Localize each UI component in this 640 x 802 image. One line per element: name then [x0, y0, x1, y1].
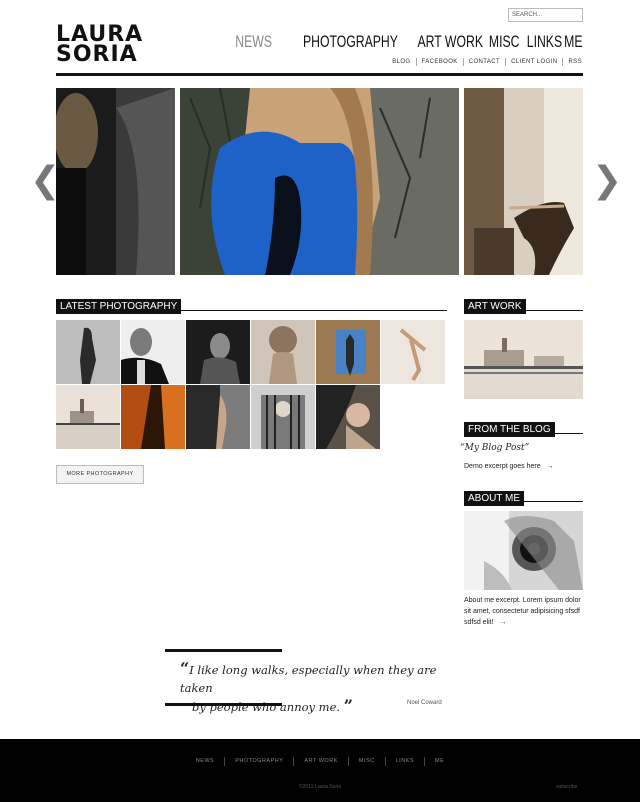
search-input[interactable]: SEARCH... [508, 8, 583, 22]
about-title: ABOUT ME [464, 491, 525, 506]
blog-excerpt[interactable]: Demo excerpt goes here → [464, 461, 554, 472]
more-photography-button[interactable]: MORE PHOTOGRAPHY [56, 465, 144, 484]
footer-nav: NEWS PHOTOGRAPHY ART WORK MISC LINKS ME [0, 757, 640, 766]
slide-image-main[interactable] [180, 88, 459, 275]
photo-thumb[interactable] [56, 320, 120, 384]
slide-image-left[interactable] [56, 88, 175, 275]
nav-misc[interactable]: MISC [489, 32, 520, 52]
about-rule [464, 501, 583, 502]
footer-nav-news[interactable]: NEWS [186, 757, 226, 766]
photo-thumb[interactable] [186, 385, 250, 449]
quote-bottom-rule [165, 703, 282, 706]
quote-close-mark: ” [343, 696, 353, 715]
subnav-client-login[interactable]: CLIENT LOGIN [506, 58, 564, 66]
footer-nav-photography[interactable]: PHOTOGRAPHY [225, 757, 295, 766]
quote-top-rule [165, 649, 282, 652]
about-header: ABOUT ME [464, 488, 525, 506]
subnav-blog[interactable]: BLOG [387, 58, 417, 66]
logo-line-2: SORIA [56, 42, 138, 67]
about-image[interactable] [464, 511, 583, 590]
art-work-rule [464, 310, 583, 311]
quote-author: Noel Coward [407, 700, 442, 706]
nav-me[interactable]: ME [564, 32, 582, 52]
latest-photography-rule [56, 310, 447, 311]
art-work-title: ART WORK [464, 299, 526, 314]
footer-nav-links[interactable]: LINKS [386, 757, 426, 766]
quote-open-mark: “ [180, 659, 190, 678]
quote-block: “I like long walks, especially when they… [180, 660, 450, 716]
blog-excerpt-text: Demo excerpt goes here [464, 463, 541, 470]
sub-nav: BLOG FACEBOOK CONTACT CLIENT LOGIN RSS [387, 58, 582, 66]
footer [0, 739, 640, 802]
main-nav: NEWS PHOTOGRAPHY ART WORK MISC LINKS ME [227, 32, 582, 52]
photo-thumb[interactable] [251, 320, 315, 384]
art-work-image[interactable] [464, 320, 583, 399]
footer-copyright: ©2012 Laura Soria [298, 784, 342, 790]
nav-photography[interactable]: PHOTOGRAPHY [303, 32, 398, 52]
footer-nav-art-work[interactable]: ART WORK [294, 757, 349, 766]
photo-thumb[interactable] [121, 385, 185, 449]
slide-image-right[interactable] [464, 88, 583, 275]
blog-header: FROM THE BLOG [464, 419, 555, 437]
nav-news[interactable]: NEWS [235, 32, 272, 52]
latest-photography-title: LATEST PHOTOGRAPHY [56, 299, 182, 314]
subnav-facebook[interactable]: FACEBOOK [417, 58, 464, 66]
photo-thumb[interactable] [316, 320, 380, 384]
arrow-right-icon: → [546, 463, 554, 470]
footer-subscribe-link[interactable]: subscribe [556, 784, 577, 790]
chevron-right-icon: ❯ [592, 160, 623, 201]
slider-next-button[interactable]: ❯ [592, 163, 622, 199]
subnav-rss[interactable]: RSS [563, 58, 582, 66]
site-logo[interactable]: LAURA SORIA [56, 24, 143, 67]
photo-thumb[interactable] [56, 385, 120, 449]
about-excerpt-text: About me excerpt. Lorem ipsum dolor sit … [464, 597, 581, 626]
subnav-contact[interactable]: CONTACT [464, 58, 507, 66]
blog-post-title[interactable]: “My Blog Post” [460, 443, 529, 453]
latest-photography-header: LATEST PHOTOGRAPHY [56, 296, 182, 314]
blog-rule [464, 433, 583, 434]
photo-thumb[interactable] [186, 320, 250, 384]
footer-nav-misc[interactable]: MISC [349, 757, 386, 766]
arrow-right-icon[interactable]: → [500, 619, 507, 626]
photo-thumb[interactable] [121, 320, 185, 384]
footer-nav-me[interactable]: ME [425, 757, 454, 766]
quote-line-1: “I like long walks, especially when they… [180, 660, 450, 697]
nav-art-work[interactable]: ART WORK [417, 32, 483, 52]
blog-title-heading: FROM THE BLOG [464, 422, 555, 437]
quote-text-1: I like long walks, especially when they … [180, 663, 437, 695]
art-work-header: ART WORK [464, 296, 526, 314]
nav-links[interactable]: LINKS [527, 32, 562, 52]
about-excerpt: About me excerpt. Lorem ipsum dolor sit … [464, 595, 583, 628]
photo-thumb[interactable] [251, 385, 315, 449]
photo-thumb[interactable] [381, 320, 445, 384]
photo-thumb[interactable] [316, 385, 380, 449]
header-divider [56, 73, 583, 76]
